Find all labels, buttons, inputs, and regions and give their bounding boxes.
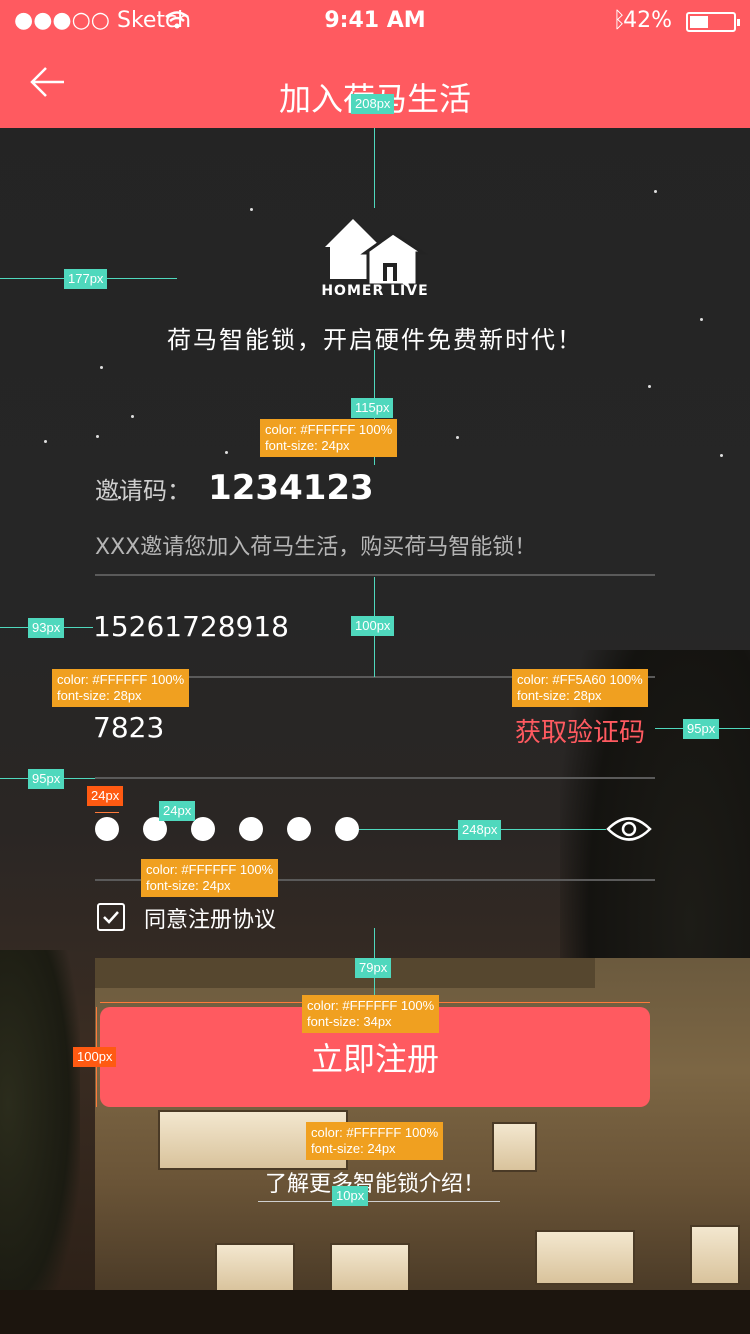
measure-line bbox=[374, 128, 375, 208]
spec-color: color: #FFFFFF 100% bbox=[146, 862, 274, 877]
star bbox=[456, 436, 459, 439]
spec-size: font-size: 24px bbox=[265, 438, 350, 453]
status-bar: ●●●○○ Sketch 9:41 AM ᛒ 42% bbox=[0, 0, 750, 40]
building-roof bbox=[95, 958, 595, 988]
measure-label: 100px bbox=[73, 1047, 117, 1067]
checkmark-icon bbox=[103, 911, 119, 924]
spec-size: font-size: 34px bbox=[307, 1014, 392, 1029]
password-dot bbox=[335, 817, 359, 841]
window bbox=[492, 1122, 537, 1172]
spec-color: color: #FFFFFF 100% bbox=[311, 1125, 439, 1140]
star bbox=[250, 208, 253, 211]
invite-code: 1234123 bbox=[208, 468, 374, 508]
measure-label: 100px bbox=[351, 616, 395, 636]
star bbox=[131, 415, 134, 418]
spec-size: font-size: 28px bbox=[57, 688, 142, 703]
measure-label: 248px bbox=[458, 820, 502, 840]
measure-label: 24px bbox=[87, 786, 124, 806]
spec-size: font-size: 28px bbox=[517, 688, 602, 703]
spec-color: color: #FFFFFF 100% bbox=[265, 422, 393, 437]
window bbox=[690, 1225, 740, 1285]
spec-tooltip: color: #FFFFFF 100% font-size: 24px bbox=[141, 859, 279, 897]
measure-label: 115px bbox=[351, 398, 394, 418]
star bbox=[100, 366, 103, 369]
spec-tooltip: color: #FFFFFF 100% font-size: 24px bbox=[306, 1122, 444, 1160]
tagline: 荷马智能锁，开启硬件免费新时代！ bbox=[167, 326, 583, 354]
spec-size: font-size: 24px bbox=[146, 878, 231, 893]
star bbox=[225, 451, 228, 454]
verification-code-input[interactable]: 7823 bbox=[93, 711, 164, 744]
measure-label: 177px bbox=[64, 269, 108, 289]
agree-checkbox[interactable] bbox=[97, 903, 125, 931]
spec-color: color: #FFFFFF 100% bbox=[57, 672, 185, 687]
measure-label: 79px bbox=[355, 958, 392, 978]
spec-tooltip: color: #FFFFFF 100% font-size: 34px bbox=[302, 995, 440, 1033]
ground bbox=[0, 1290, 750, 1334]
invite-row: 邀请码： 1234123 bbox=[95, 468, 374, 512]
battery-icon bbox=[686, 12, 740, 32]
star bbox=[96, 435, 99, 438]
invite-label: 邀请码： bbox=[95, 476, 191, 505]
spec-tooltip: color: #FFFFFF 100% font-size: 24px bbox=[260, 419, 398, 457]
star bbox=[44, 440, 47, 443]
measure-label: 95px bbox=[683, 719, 720, 739]
measure-label: 93px bbox=[28, 618, 65, 638]
spec-size: font-size: 24px bbox=[311, 1141, 396, 1156]
star bbox=[648, 385, 651, 388]
spec-color: color: #FFFFFF 100% bbox=[307, 998, 435, 1013]
link-underline bbox=[258, 1201, 500, 1202]
window bbox=[215, 1243, 295, 1293]
spec-tooltip: color: #FF5A60 100% font-size: 28px bbox=[512, 669, 648, 707]
eye-icon[interactable] bbox=[606, 814, 652, 844]
measure-label: 95px bbox=[28, 769, 65, 789]
star bbox=[720, 454, 723, 457]
battery-percent: 42% bbox=[623, 8, 672, 33]
divider bbox=[95, 574, 655, 576]
window bbox=[330, 1243, 410, 1293]
agree-label: 同意注册协议 bbox=[144, 908, 277, 933]
star bbox=[654, 190, 657, 193]
measure-label: 208px bbox=[351, 94, 395, 114]
tree-left bbox=[0, 950, 80, 1334]
phone-input[interactable]: 15261728918 bbox=[93, 610, 289, 643]
more-info-link[interactable]: 了解更多智能锁介绍！ bbox=[0, 1166, 750, 1198]
measure-line bbox=[95, 812, 119, 813]
divider bbox=[95, 777, 655, 779]
spec-tooltip: color: #FFFFFF 100% font-size: 28px bbox=[52, 669, 190, 707]
measure-label: 10px bbox=[332, 1186, 369, 1206]
password-dot bbox=[239, 817, 263, 841]
spec-color: color: #FF5A60 100% bbox=[517, 672, 643, 687]
logo-text: HOMER LIVE bbox=[321, 283, 429, 299]
password-dot bbox=[287, 817, 311, 841]
window bbox=[535, 1230, 635, 1285]
invite-message: XXX邀请您加入荷马生活，购买荷马智能锁！ bbox=[95, 535, 537, 560]
get-code-button[interactable]: 获取验证码 bbox=[515, 712, 645, 749]
measure-label: 24px bbox=[159, 801, 196, 821]
password-dot bbox=[95, 817, 119, 841]
